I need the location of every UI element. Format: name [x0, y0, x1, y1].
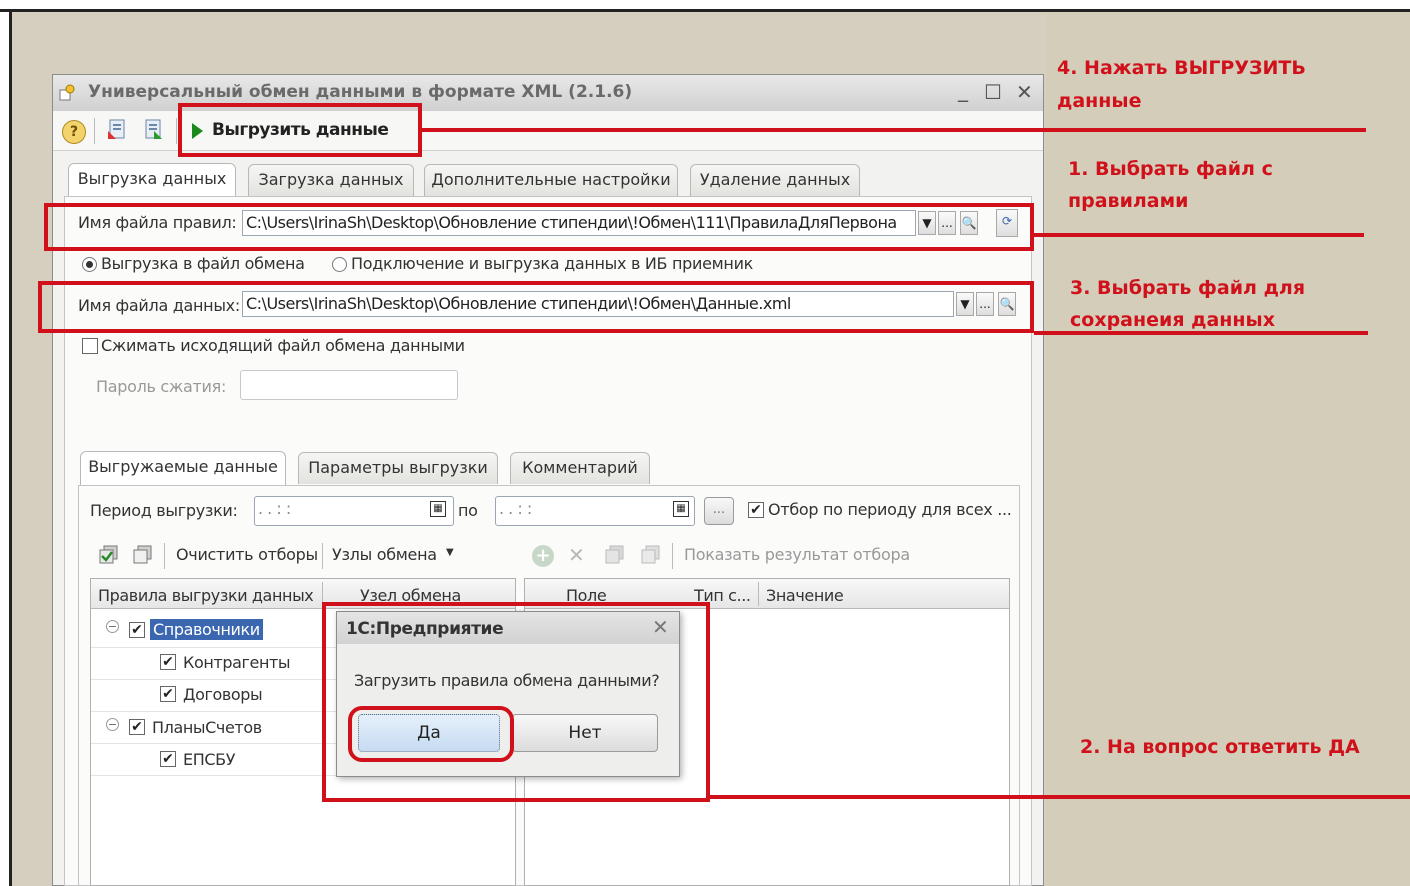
add-icon[interactable]: + — [532, 545, 554, 567]
actions-separator — [672, 543, 673, 569]
tree-row-charts-of-accounts[interactable]: ПланыСчетов — [152, 718, 262, 737]
tree-row-contracts[interactable]: Договоры — [183, 685, 263, 704]
col-rules-header[interactable]: Правила выгрузки данных — [98, 586, 314, 605]
paste-icon[interactable] — [640, 544, 662, 566]
pointer-line-step1 — [1034, 233, 1364, 237]
tab-export[interactable]: Выгрузка данных — [68, 163, 236, 197]
period-from-input[interactable]: . . : : — [254, 496, 454, 526]
password-input[interactable] — [240, 370, 458, 400]
calendar-icon[interactable]: ▦ — [673, 501, 689, 517]
actions-separator — [164, 543, 165, 569]
image-frame-top — [0, 0, 1410, 12]
delete-icon[interactable]: ✕ — [568, 543, 585, 567]
tab-export-params[interactable]: Параметры выгрузки — [298, 452, 498, 484]
radio-export-to-file[interactable] — [82, 257, 97, 272]
collapse-icon[interactable]: − — [106, 620, 119, 633]
step3-note-line2: сохранеия данных — [1070, 309, 1275, 331]
compress-label: Сжимать исходящий файл обмена данными — [101, 336, 465, 355]
actions-separator — [322, 543, 323, 569]
period-choose-button[interactable]: ... — [704, 497, 734, 525]
highlight-data-file — [38, 281, 1034, 333]
toolbar-separator — [176, 118, 177, 144]
highlight-dialog — [322, 602, 710, 802]
pointer-line-step4 — [422, 128, 1366, 132]
col-divider — [758, 582, 759, 606]
window-title: Универсальный обмен данными в формате XM… — [88, 82, 633, 102]
help-icon[interactable]: ? — [62, 120, 86, 144]
tab-comment[interactable]: Комментарий — [510, 452, 650, 484]
filter-all-checkbox[interactable]: ✔ — [748, 502, 764, 518]
step1-note-line1: 1. Выбрать файл с — [1068, 158, 1273, 180]
col-value-header[interactable]: Значение — [766, 586, 844, 605]
step1-note-line2: правилами — [1068, 190, 1189, 212]
calendar-icon[interactable]: ▦ — [430, 501, 446, 517]
close-button[interactable]: ✕ — [1016, 80, 1033, 104]
tab-exported-data[interactable]: Выгружаемые данные — [80, 451, 286, 485]
collapse-icon[interactable]: − — [106, 718, 119, 731]
copy-icon[interactable] — [604, 544, 626, 566]
tab-import[interactable]: Загрузка данных — [248, 164, 414, 196]
row-checkbox[interactable]: ✔ — [129, 719, 145, 735]
highlight-export-button — [178, 103, 422, 157]
radio-connect-and-export-label: Подключение и выгрузка данных в ИБ прием… — [351, 254, 754, 273]
save-rules-icon[interactable] — [140, 117, 166, 143]
select-all-icon[interactable] — [98, 544, 120, 566]
period-to-input[interactable]: . . : : — [495, 496, 695, 526]
step2-note: 2. На вопрос ответить ДА — [1080, 736, 1360, 758]
filter-all-label: Отбор по периоду для всех ... — [768, 500, 1012, 519]
row-checkbox[interactable]: ✔ — [160, 751, 176, 767]
step4-note-line1: 4. Нажать ВЫГРУЗИТЬ — [1057, 57, 1306, 79]
radio-export-to-file-label: Выгрузка в файл обмена — [101, 254, 305, 273]
compress-checkbox[interactable] — [82, 338, 98, 354]
window-app-icon — [58, 84, 76, 102]
tree-row-catalogs[interactable]: Справочники — [150, 619, 263, 640]
clear-filters-button[interactable]: Очистить отборы — [176, 545, 318, 564]
show-filter-result-button[interactable]: Показать результат отбора — [684, 545, 910, 564]
tree-row-counterparties[interactable]: Контрагенты — [183, 653, 291, 672]
pointer-line-step2 — [710, 795, 1410, 799]
tree-row-epsbu[interactable]: ЕПСБУ — [183, 750, 235, 769]
highlight-yes-button — [348, 706, 514, 762]
exchange-nodes-menu[interactable]: Узлы обмена — [332, 545, 437, 564]
load-rules-icon[interactable] — [104, 117, 130, 143]
step3-note-line1: 3. Выбрать файл для — [1070, 277, 1306, 299]
tab-extra-settings[interactable]: Дополнительные настройки — [424, 164, 678, 196]
deselect-all-icon[interactable] — [132, 544, 154, 566]
row-checkbox[interactable]: ✔ — [160, 654, 176, 670]
chevron-down-icon: ▼ — [446, 547, 454, 558]
radio-connect-and-export[interactable] — [332, 257, 347, 272]
toolbar-separator — [94, 118, 95, 144]
image-frame-left — [0, 12, 12, 886]
step4-note-line2: данные — [1057, 90, 1142, 112]
password-label: Пароль сжатия: — [96, 377, 227, 396]
row-checkbox[interactable]: ✔ — [160, 686, 176, 702]
period-to-label: по — [458, 501, 478, 520]
period-label: Период выгрузки: — [90, 501, 238, 520]
tab-delete-data[interactable]: Удаление данных — [690, 164, 860, 196]
maximize-button[interactable]: ☐ — [984, 80, 1002, 104]
row-checkbox[interactable]: ✔ — [129, 622, 145, 638]
minimize-button[interactable]: _ — [958, 78, 968, 102]
highlight-rules-file — [44, 203, 1034, 251]
